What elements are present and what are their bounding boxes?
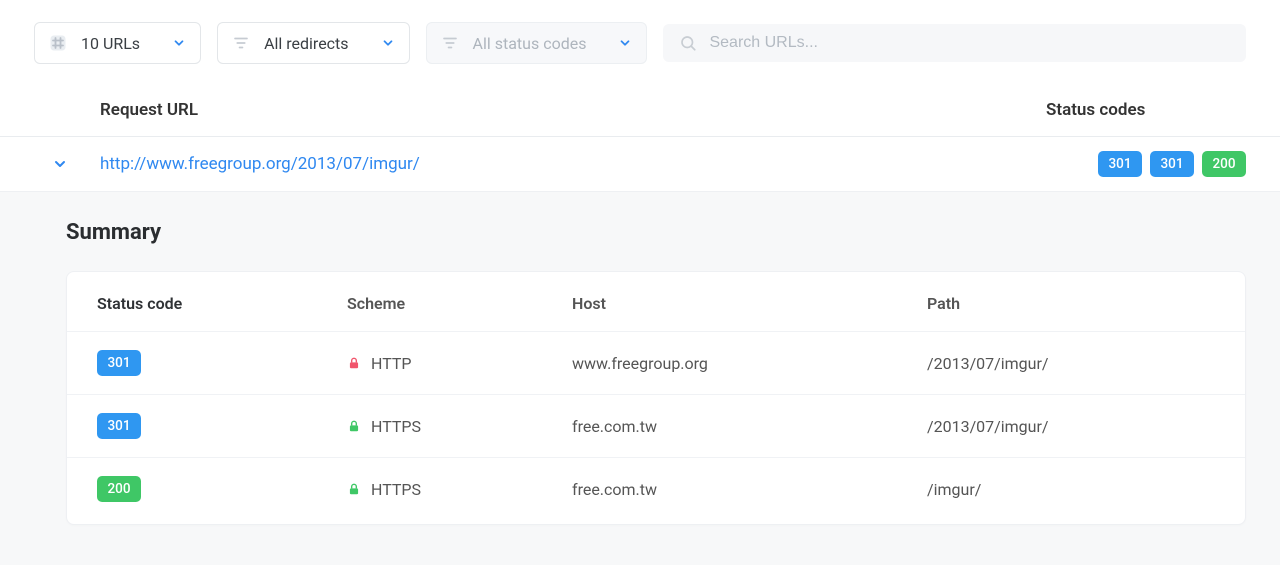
status-badge: 301 bbox=[97, 413, 141, 439]
scheme-text: HTTPS bbox=[371, 480, 421, 499]
scheme-text: HTTPS bbox=[371, 417, 421, 436]
col-request-url: Request URL bbox=[100, 100, 1046, 120]
summary-host: free.com.tw bbox=[572, 480, 927, 499]
filter-icon bbox=[230, 32, 252, 54]
table-header: Request URL Status codes bbox=[0, 86, 1280, 137]
expand-row-icon[interactable] bbox=[52, 156, 68, 172]
status-badges: 301 301 200 bbox=[1098, 151, 1246, 177]
lock-open-icon bbox=[347, 355, 361, 371]
search-icon bbox=[679, 34, 697, 52]
status-badge: 301 bbox=[1150, 151, 1194, 177]
status-filter-select[interactable]: All status codes bbox=[426, 22, 648, 64]
summary-path: /2013/07/imgur/ bbox=[927, 354, 1215, 373]
summary-row: 301 HTTPS free.com.tw/2013/07/imgur/ bbox=[67, 395, 1245, 458]
col-scheme: Scheme bbox=[347, 294, 572, 313]
summary-host: free.com.tw bbox=[572, 417, 927, 436]
summary-status: 301 bbox=[97, 350, 347, 376]
summary-scheme: HTTP bbox=[347, 354, 572, 373]
summary-row: 301 HTTP www.freegroup.org/2013/07/imgur/ bbox=[67, 332, 1245, 395]
request-url-link[interactable]: http://www.freegroup.org/2013/07/imgur/ bbox=[100, 154, 1098, 174]
chevron-down-icon bbox=[381, 36, 395, 50]
summary-title: Summary bbox=[66, 220, 1246, 245]
url-table: Request URL Status codes http://www.free… bbox=[0, 86, 1280, 565]
filter-icon bbox=[439, 32, 461, 54]
summary-table: Status code Scheme Host Path 301 HTTP www.… bbox=[66, 271, 1246, 525]
summary-header-row: Status code Scheme Host Path bbox=[67, 272, 1245, 332]
summary-row: 200 HTTPS free.com.tw/imgur/ bbox=[67, 458, 1245, 520]
toolbar: 10 URLs All redirects All status codes bbox=[0, 0, 1280, 86]
lock-closed-icon bbox=[347, 418, 361, 434]
col-status: Status code bbox=[97, 294, 347, 313]
summary-scheme: HTTPS bbox=[347, 480, 572, 499]
status-filter-label: All status codes bbox=[473, 34, 587, 53]
summary-path: /2013/07/imgur/ bbox=[927, 417, 1215, 436]
chevron-down-icon bbox=[618, 36, 632, 50]
summary-status: 301 bbox=[97, 413, 347, 439]
summary-scheme: HTTPS bbox=[347, 417, 572, 436]
summary-path: /imgur/ bbox=[927, 480, 1215, 499]
col-path: Path bbox=[927, 294, 1215, 313]
status-badge: 200 bbox=[1202, 151, 1246, 177]
summary-status: 200 bbox=[97, 476, 347, 502]
urls-filter-select[interactable]: 10 URLs bbox=[34, 22, 201, 64]
summary-panel: Summary Status code Scheme Host Path 301… bbox=[0, 192, 1280, 565]
search-box[interactable] bbox=[663, 24, 1246, 62]
chevron-down-icon bbox=[172, 36, 186, 50]
status-badge: 301 bbox=[1098, 151, 1142, 177]
status-badge: 200 bbox=[97, 476, 141, 502]
lock-closed-icon bbox=[347, 481, 361, 497]
table-row[interactable]: http://www.freegroup.org/2013/07/imgur/ … bbox=[0, 137, 1280, 192]
hash-icon bbox=[47, 32, 69, 54]
summary-host: www.freegroup.org bbox=[572, 354, 927, 373]
scheme-text: HTTP bbox=[371, 354, 412, 373]
redirects-filter-label: All redirects bbox=[264, 34, 348, 53]
col-host: Host bbox=[572, 294, 927, 313]
urls-filter-label: 10 URLs bbox=[81, 34, 140, 53]
status-badge: 301 bbox=[97, 350, 141, 376]
redirects-filter-select[interactable]: All redirects bbox=[217, 22, 409, 64]
col-status-codes: Status codes bbox=[1046, 100, 1246, 120]
search-input[interactable] bbox=[709, 34, 1230, 52]
